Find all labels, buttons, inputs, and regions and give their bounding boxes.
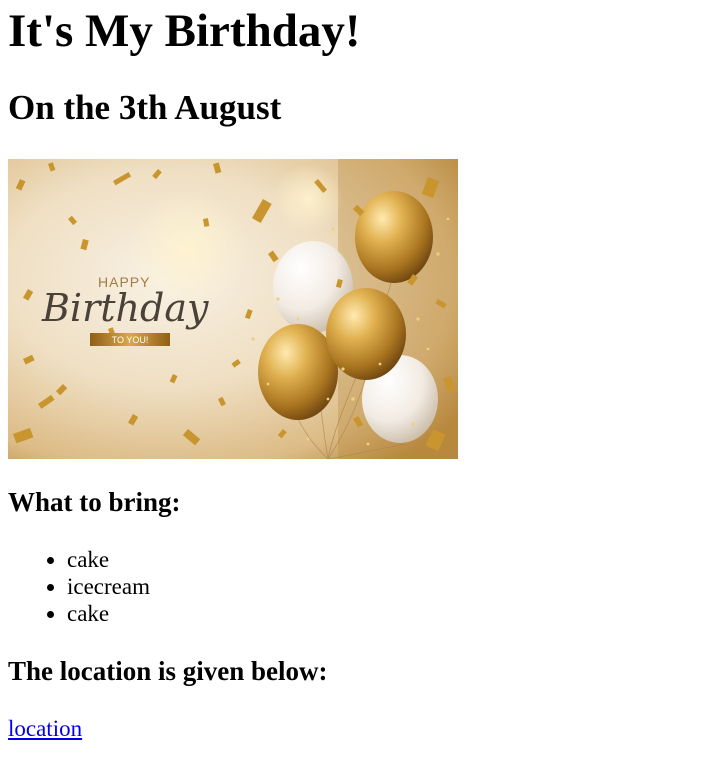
list-item: icecream xyxy=(67,573,150,600)
bring-list: cake icecream cake xyxy=(8,546,150,627)
page-title: It's My Birthday! xyxy=(8,5,361,57)
birthday-script-text: Birthday xyxy=(41,286,209,330)
bring-heading: What to bring: xyxy=(8,487,181,517)
birthday-illustration: HAPPY Birthday TO YOU! xyxy=(8,159,458,459)
list-item: cake xyxy=(67,546,150,573)
location-heading: The location is given below: xyxy=(8,656,328,686)
ribbon-text: TO YOU! xyxy=(112,335,149,345)
location-link[interactable]: location xyxy=(8,715,82,743)
birthday-image: HAPPY Birthday TO YOU! xyxy=(8,159,458,459)
date-subtitle: On the 3th August xyxy=(8,88,282,127)
list-item: cake xyxy=(67,600,150,627)
